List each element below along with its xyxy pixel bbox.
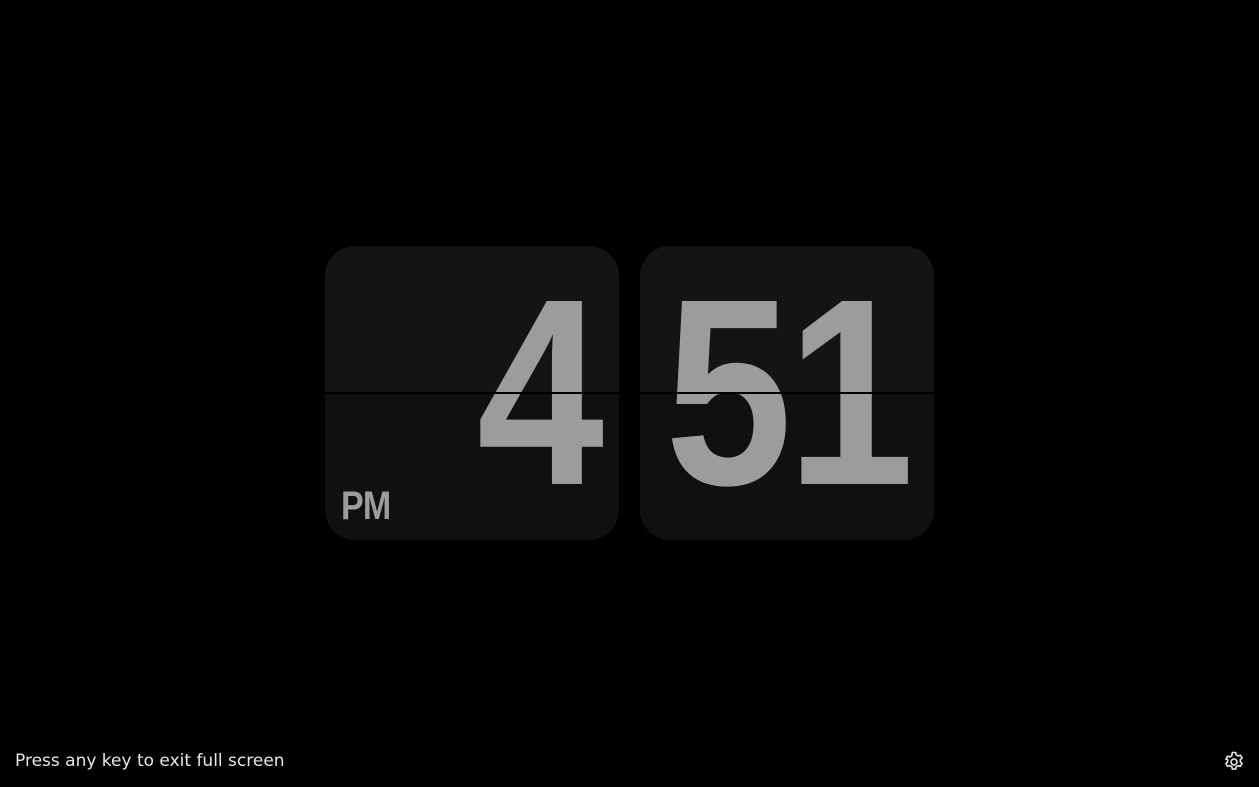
- minutes-card-split-line: [640, 392, 934, 394]
- settings-button[interactable]: [1222, 750, 1246, 774]
- gear-icon: [1225, 751, 1243, 770]
- hours-card-split-line: [325, 392, 619, 394]
- minutes-card: 51: [640, 246, 934, 540]
- exit-fullscreen-hint: Press any key to exit full screen: [15, 751, 285, 771]
- am-pm-indicator: PM: [341, 484, 391, 528]
- hours-card: 4 PM: [325, 246, 619, 540]
- flip-clock-screen: 4 PM 51 Press any key to exit full scree…: [0, 0, 1259, 787]
